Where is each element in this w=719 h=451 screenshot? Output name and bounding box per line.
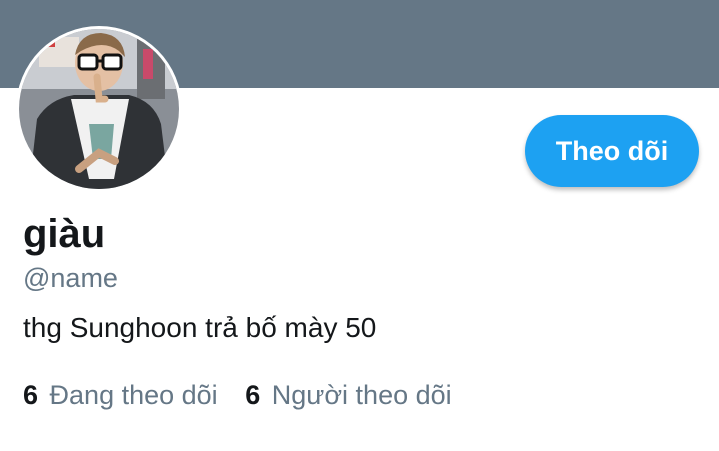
profile-page: Theo dõi giàu @name thg Sunghoon trả bố … (0, 0, 719, 451)
following-count: 6 (23, 380, 39, 410)
followers-stat-link[interactable]: 6 Người theo dõi (245, 378, 451, 412)
user-handle: @name (23, 263, 118, 293)
avatar[interactable] (19, 29, 179, 189)
avatar-border (16, 26, 182, 192)
followers-label: Người theo dõi (271, 380, 452, 410)
following-stat-link[interactable]: 6 Đang theo dõi (23, 378, 218, 412)
avatar-photo (19, 29, 179, 189)
follow-button[interactable]: Theo dõi (525, 115, 699, 187)
followers-count: 6 (245, 380, 261, 410)
profile-bio: thg Sunghoon trả bố mày 50 (23, 312, 377, 343)
profile-stats: 6 Đang theo dõi 6 Người theo dõi (23, 378, 472, 412)
following-label: Đang theo dõi (49, 380, 218, 410)
display-name: giàu (23, 212, 106, 256)
